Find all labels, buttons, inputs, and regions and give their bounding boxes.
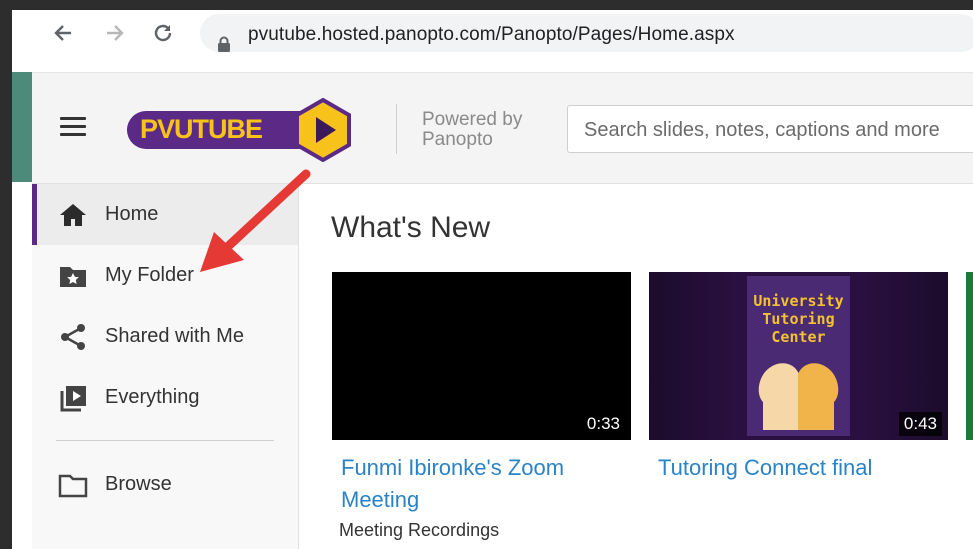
video-thumbnail[interactable]: University Tutoring Center 0:43 [649, 272, 948, 440]
forward-button[interactable] [104, 22, 126, 44]
play-library-icon [60, 386, 86, 412]
poster-text: University Tutoring Center [753, 292, 844, 346]
sidebar-item-label: Home [105, 203, 159, 225]
video-folder-label[interactable]: Meeting Recordings [339, 520, 499, 541]
folder-icon [58, 474, 88, 498]
decorative-strip [12, 72, 32, 182]
duration-badge: 0:33 [581, 412, 625, 436]
active-indicator [32, 184, 37, 245]
lock-icon [217, 36, 231, 58]
powered-line2: Panopto [422, 129, 493, 150]
folder-star-icon [60, 267, 86, 287]
sidebar-item-shared-with-me[interactable]: Shared with Me [32, 306, 298, 367]
header-divider [396, 104, 397, 154]
reload-icon [154, 24, 172, 42]
sidebar-item-label: Shared with Me [105, 325, 244, 347]
powered-by-text: Powered by Panopto [422, 110, 522, 150]
video-title-link[interactable]: Tutoring Connect final [658, 452, 872, 484]
window-frame-top [0, 0, 973, 10]
menu-icon[interactable] [60, 117, 86, 137]
window-frame-left [0, 0, 12, 549]
search-placeholder: Search slides, notes, captions and more [584, 119, 940, 141]
video-title-line: Funmi Ibironke's Zoom [341, 455, 565, 480]
share-icon [61, 324, 85, 350]
forward-arrow-icon [107, 25, 124, 41]
duration-badge: 0:43 [898, 412, 942, 436]
back-button[interactable] [52, 22, 74, 44]
logo-text[interactable]: PVUTUBE [140, 114, 263, 145]
video-thumbnail[interactable]: 0:33 [332, 272, 631, 440]
sidebar-item-browse[interactable]: Browse [32, 454, 298, 515]
page-title: What's New [331, 211, 491, 244]
powered-line1: Powered by [422, 109, 523, 130]
heads-illustration-icon [758, 363, 839, 430]
video-title-line: Meeting [341, 487, 420, 512]
sidebar-item-everything[interactable]: Everything [32, 367, 298, 428]
sidebar-item-label: Browse [105, 473, 172, 495]
video-title-link[interactable]: Funmi Ibironke's Zoom Meeting [341, 452, 564, 516]
play-hexagon-icon [291, 97, 355, 163]
video-title-line: Tutoring Connect final [658, 455, 873, 480]
poster-image: University Tutoring Center [747, 276, 850, 436]
back-arrow-icon [54, 25, 71, 41]
next-video-thumbnail-partial[interactable] [966, 272, 973, 440]
reload-button[interactable] [152, 22, 174, 44]
sidebar-divider [56, 440, 274, 441]
home-icon [60, 204, 86, 226]
url-text[interactable]: pvutube.hosted.panopto.com/Panopto/Pages… [248, 24, 735, 46]
sidebar-item-label: Everything [105, 386, 200, 408]
annotation-arrow-icon [200, 169, 311, 272]
